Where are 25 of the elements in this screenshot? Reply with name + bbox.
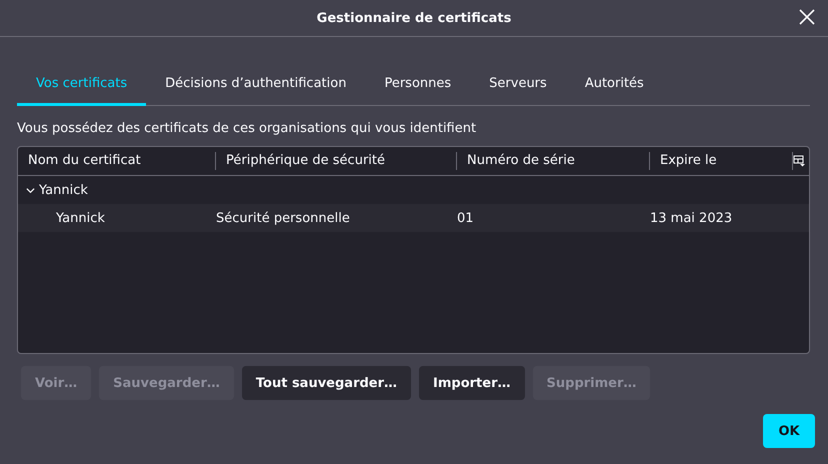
window-title: Gestionnaire de certificats bbox=[316, 10, 512, 26]
table-row[interactable]: Yannick Sécurité personnelle 01 13 mai 2023 bbox=[18, 204, 809, 232]
table-cell-text: Sécurité personnelle bbox=[216, 210, 351, 226]
close-icon bbox=[798, 8, 816, 26]
chevron-icon bbox=[26, 186, 35, 194]
tab[interactable]: Serveurs bbox=[470, 68, 566, 106]
group-label: Yannick bbox=[39, 182, 88, 198]
action-button[interactable]: Importer… bbox=[419, 366, 525, 400]
table-cell-text: 13 mai 2023 bbox=[650, 210, 734, 226]
column-header[interactable]: Nom du certificat bbox=[18, 152, 216, 170]
column-header[interactable]: Numéro de série bbox=[457, 152, 650, 170]
tab[interactable]: Vos certificats bbox=[17, 68, 146, 106]
tree-group-row[interactable]: Yannick bbox=[18, 176, 809, 204]
action-button[interactable]: Tout sauvegarder… bbox=[242, 366, 412, 400]
column-header[interactable]: Périphérique de sécurité bbox=[216, 152, 457, 170]
description-text: Vous possédez des certificats de ces organisations qui vous identifient bbox=[17, 121, 478, 136]
tab[interactable]: Autorités bbox=[566, 68, 663, 106]
close-button[interactable] bbox=[798, 8, 816, 26]
tab[interactable]: Décisions d’authentification bbox=[146, 68, 366, 106]
table-cell-text: 01 bbox=[457, 210, 475, 226]
table-cell-text: Yannick bbox=[55, 210, 106, 226]
column-header[interactable]: Expire le bbox=[650, 152, 793, 170]
tab[interactable]: Personnes bbox=[365, 68, 470, 106]
ok-button[interactable]: OK bbox=[763, 414, 815, 448]
column-picker-icon[interactable] bbox=[793, 155, 805, 167]
